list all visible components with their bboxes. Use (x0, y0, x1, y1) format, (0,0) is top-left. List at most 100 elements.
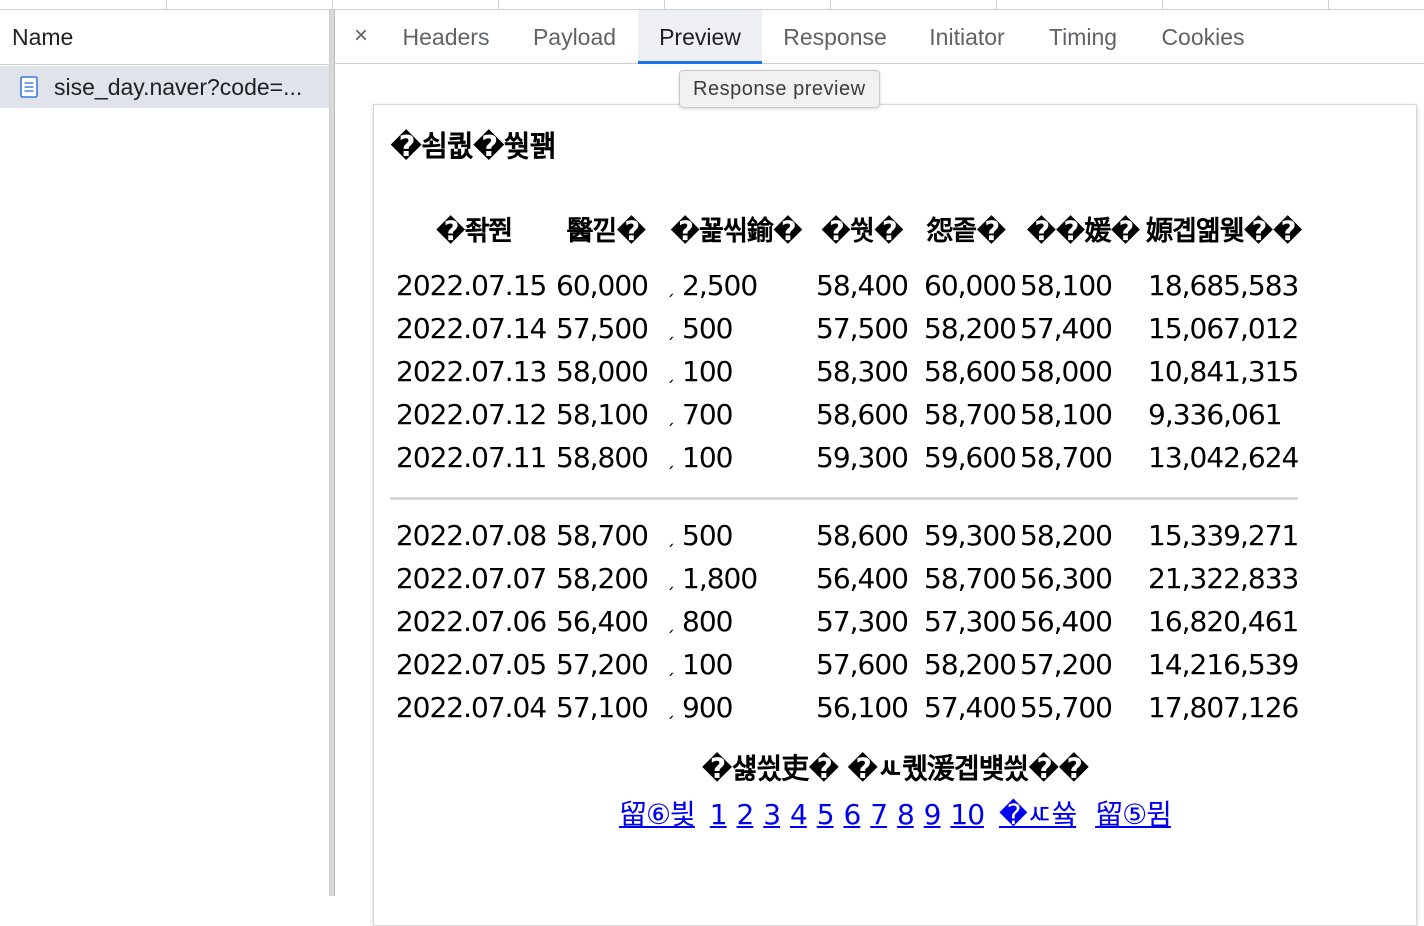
change-arrow-icon: ˏ (666, 656, 675, 677)
tab-initiator[interactable]: Initiator (913, 10, 1021, 64)
tab-payload[interactable]: Payload (515, 10, 634, 64)
cell-high: 58,600 (924, 355, 1017, 388)
cell-close: 56,400 (556, 605, 649, 638)
pager-page-link[interactable]: 3 (763, 798, 781, 831)
cell-high: 58,700 (924, 398, 1017, 431)
page-title: �쇰퀎�쒖꽭 (390, 129, 556, 163)
top-strip (0, 0, 1424, 10)
pager-page-link[interactable]: 6 (843, 798, 861, 831)
column-divider (1328, 0, 1329, 9)
cell-close: 58,000 (556, 355, 649, 388)
name-column-header[interactable]: Name (0, 10, 329, 65)
tab-preview[interactable]: Preview (638, 10, 762, 64)
cell-high: 57,400 (924, 691, 1017, 724)
pager-page-link[interactable]: 8 (897, 798, 915, 831)
pager-page-link[interactable]: 2 (737, 798, 755, 831)
cell-volume: 10,841,315 (1148, 355, 1299, 388)
change-arrow-icon: ˏ (666, 527, 675, 548)
cell-open: 56,100 (816, 691, 909, 724)
pager-next-link[interactable]: �ㅼ쓬 (999, 798, 1077, 831)
cell-date: 2022.07.06 (395, 605, 547, 638)
cell-low: 57,400 (1020, 312, 1113, 345)
change-arrow-icon: ˏ (666, 363, 675, 384)
pager-page-link[interactable]: 10 (950, 798, 985, 831)
change-arrow-icon: ˏ (666, 320, 675, 341)
column-divider (498, 0, 499, 9)
cell-low: 55,700 (1020, 691, 1113, 724)
column-header-change: �꾩씪鍮� (670, 216, 803, 247)
tab-cookies[interactable]: Cookies (1147, 10, 1259, 64)
cell-open: 58,300 (816, 355, 909, 388)
cell-change: 500 (682, 312, 733, 345)
column-header-close: 醫낃� (566, 216, 647, 247)
pager-last-link[interactable]: 留⑤뮘 (1095, 798, 1172, 831)
cell-date: 2022.07.07 (395, 562, 547, 595)
column-divider (996, 0, 997, 9)
cell-open: 59,300 (816, 441, 909, 474)
document-icon (20, 76, 38, 98)
cell-low: 58,000 (1020, 355, 1113, 388)
cell-close: 57,500 (556, 312, 649, 345)
cell-low: 58,100 (1020, 398, 1113, 431)
cell-date: 2022.07.15 (396, 269, 547, 302)
cell-date: 2022.07.04 (395, 691, 547, 724)
cell-open: 58,600 (816, 398, 909, 431)
cell-close: 58,200 (556, 562, 649, 595)
column-divider (332, 0, 333, 9)
cell-volume: 15,067,012 (1148, 312, 1299, 345)
close-icon[interactable]: × (349, 22, 373, 50)
pager-first-link[interactable]: 留⑥븿 (619, 798, 696, 831)
cell-volume: 18,685,583 (1148, 269, 1299, 302)
pager-page-link[interactable]: 5 (817, 798, 835, 831)
cell-close: 58,800 (556, 441, 649, 474)
tab-response[interactable]: Response (767, 10, 903, 64)
cell-open: 58,600 (816, 519, 909, 552)
tab-headers[interactable]: Headers (387, 10, 505, 64)
cell-volume: 17,807,126 (1148, 691, 1299, 724)
request-list-panel: Name sise_day.naver?code=... (0, 10, 330, 896)
cell-date: 2022.07.12 (396, 398, 547, 431)
column-header-date: �좎쭨 (435, 216, 514, 247)
pager-page-link[interactable]: 1 (710, 798, 728, 831)
change-arrow-icon: ˏ (666, 613, 675, 634)
cell-date: 2022.07.11 (396, 441, 547, 474)
cell-open: 57,300 (816, 605, 909, 638)
cell-change: 900 (682, 691, 733, 724)
change-arrow-icon: ˏ (666, 449, 675, 470)
change-arrow-icon: ˏ (666, 699, 675, 720)
cell-change: 700 (682, 398, 733, 431)
cell-close: 57,100 (556, 691, 649, 724)
request-row[interactable]: sise_day.naver?code=... (0, 66, 329, 108)
pager-page-link[interactable]: 7 (870, 798, 888, 831)
cell-close: 57,200 (556, 648, 649, 681)
cell-volume: 15,339,271 (1148, 519, 1299, 552)
column-divider (1162, 0, 1163, 9)
cell-open: 57,500 (816, 312, 909, 345)
cell-high: 58,200 (924, 312, 1017, 345)
response-preview-frame: �쇰퀎�쒖꽭 �좎쭨 醫낃� �꾩씪鍮� �쒓� 怨좉� ��媛� 嫄곕옒웾��… (373, 104, 1417, 926)
cell-open: 57,600 (816, 648, 909, 681)
column-divider (166, 0, 167, 9)
group-separator (390, 497, 1298, 500)
cell-date: 2022.07.08 (395, 519, 547, 552)
cell-close: 60,000 (556, 269, 649, 302)
request-detail-panel: × Headers Payload Preview Response Initi… (335, 10, 1424, 926)
cell-high: 58,700 (924, 562, 1017, 595)
change-arrow-icon: ˏ (666, 406, 675, 427)
cell-high: 58,200 (924, 648, 1017, 681)
cell-change: 2,500 (682, 269, 758, 302)
cell-volume: 16,820,461 (1148, 605, 1299, 638)
tab-timing[interactable]: Timing (1035, 10, 1131, 64)
cell-change: 1,800 (682, 562, 758, 595)
column-header-low: ��媛� (1026, 216, 1140, 247)
cell-date: 2022.07.13 (396, 355, 547, 388)
cell-low: 58,100 (1020, 269, 1113, 302)
change-arrow-icon: ˏ (666, 277, 675, 298)
cell-change: 100 (682, 355, 733, 388)
column-header-volume: 嫄곕옒웾�� (1146, 216, 1303, 247)
pager-page-link[interactable]: 9 (924, 798, 942, 831)
cell-change: 100 (682, 648, 733, 681)
column-divider (664, 0, 665, 9)
pager-page-link[interactable]: 4 (790, 798, 808, 831)
column-header-open: �쒓� (821, 216, 904, 247)
